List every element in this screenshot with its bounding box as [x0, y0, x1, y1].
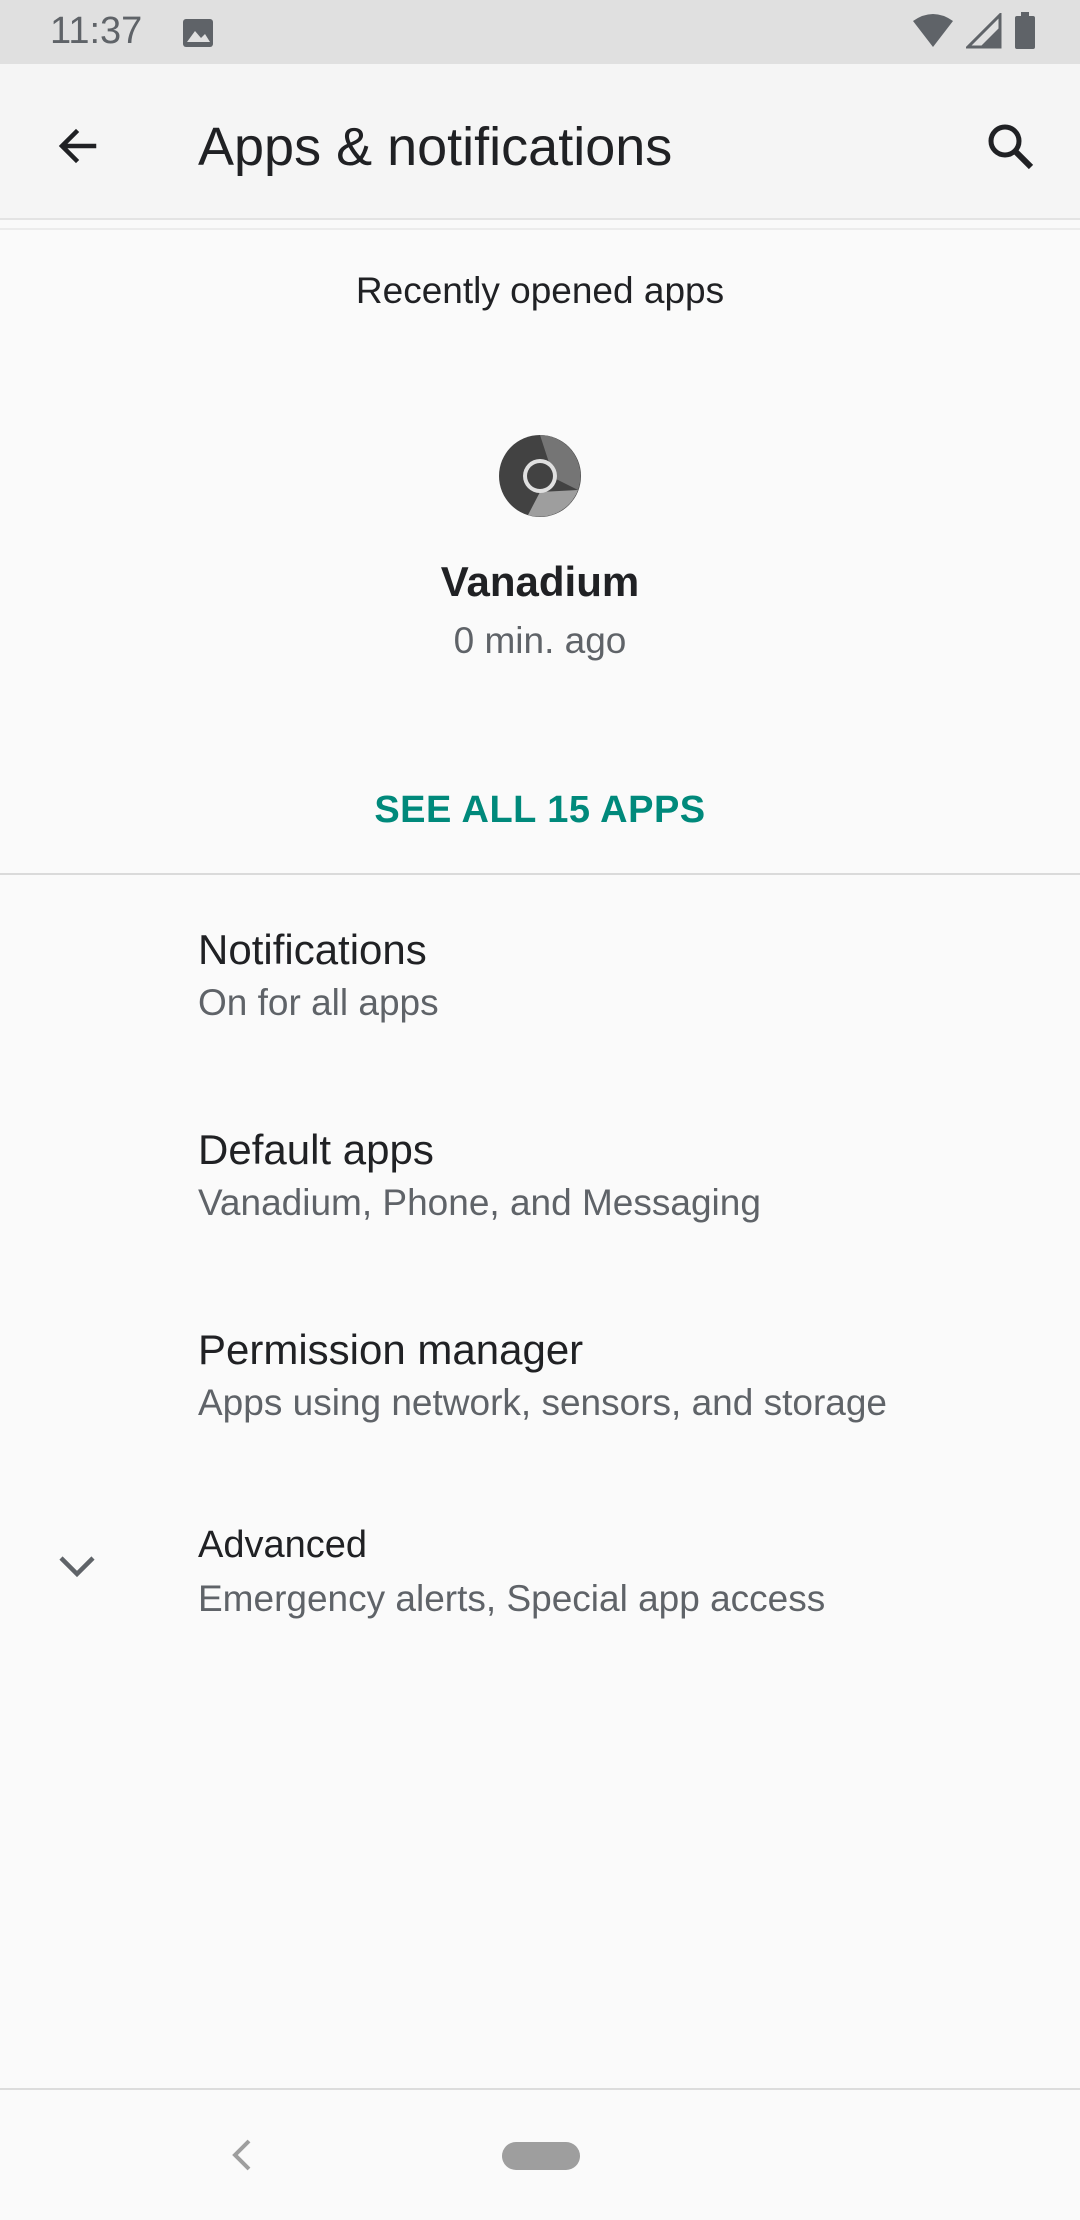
- status-bar: 11:37: [0, 0, 1080, 64]
- app-bar-divider-secondary: [0, 228, 1080, 230]
- app-bar: Apps & notifications: [0, 64, 1080, 220]
- setting-title: Default apps: [198, 1126, 434, 1173]
- setting-title: Notifications: [198, 926, 427, 973]
- recent-app-time: 0 min. ago: [453, 620, 627, 661]
- see-all-apps-button[interactable]: SEE ALL 15 APPS: [340, 775, 740, 845]
- setting-advanced[interactable]: Advanced Emergency alerts, Special app a…: [0, 1500, 1080, 1700]
- search-button[interactable]: [970, 106, 1050, 186]
- app-bar-divider: [0, 218, 1080, 220]
- nav-back-button[interactable]: [216, 2130, 266, 2180]
- setting-default-apps[interactable]: Default apps Vanadium, Phone, and Messag…: [0, 1100, 1080, 1300]
- setting-permission-manager[interactable]: Permission manager Apps using network, s…: [0, 1300, 1080, 1500]
- setting-title: Permission manager: [198, 1326, 584, 1373]
- nav-back-icon: [232, 2139, 251, 2171]
- recent-app-item[interactable]: Vanadium 0 min. ago: [340, 420, 740, 690]
- recent-apps-heading: Recently opened apps: [355, 270, 725, 311]
- cellular-signal-icon: [966, 13, 1002, 49]
- back-button[interactable]: [38, 106, 118, 186]
- nav-bar: [0, 2090, 1080, 2220]
- back-arrow-icon: [58, 128, 97, 164]
- section-divider: [0, 873, 1080, 875]
- battery-icon: [1015, 12, 1035, 49]
- vanadium-app-icon: [499, 435, 581, 517]
- chevron-down-icon: [50, 1540, 104, 1594]
- recent-app-name: Vanadium: [440, 558, 640, 605]
- setting-summary: On for all apps: [198, 982, 439, 1023]
- status-time: 11:37: [50, 10, 143, 52]
- status-icons: [912, 12, 1036, 50]
- page-title: Apps & notifications: [198, 117, 673, 177]
- setting-title: Advanced: [198, 1524, 368, 1566]
- home-pill[interactable]: [502, 2142, 580, 2170]
- wifi-icon: [913, 14, 953, 47]
- search-icon: [988, 124, 1034, 170]
- setting-summary: Apps using network, sensors, and storage: [198, 1382, 887, 1423]
- setting-summary: Vanadium, Phone, and Messaging: [198, 1182, 761, 1223]
- setting-notifications[interactable]: Notifications On for all apps: [0, 900, 1080, 1100]
- image-icon: [183, 19, 213, 47]
- setting-summary: Emergency alerts, Special app access: [198, 1578, 826, 1619]
